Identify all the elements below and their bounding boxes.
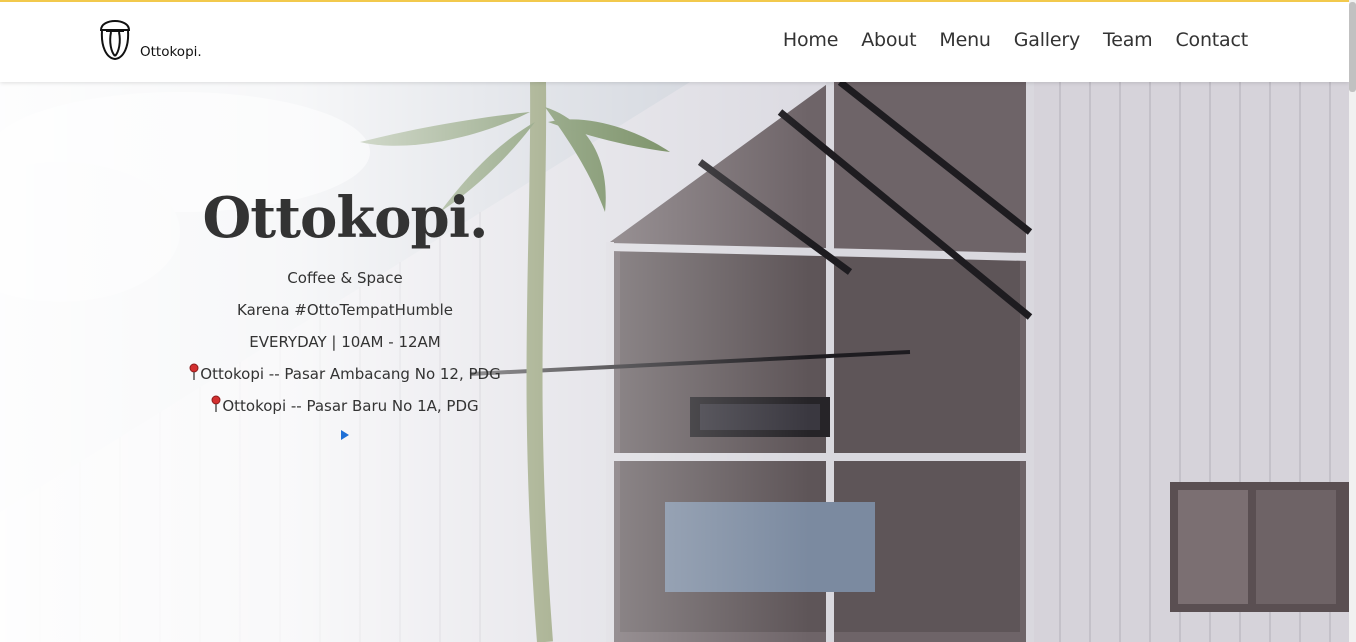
hero-hashtag: Karena #OttoTempatHumble <box>237 301 453 319</box>
play-icon[interactable] <box>341 430 349 440</box>
hero-content: Ottokopi. Coffee & Space Karena #OttoTem… <box>170 186 520 444</box>
nav-gallery[interactable]: Gallery <box>1014 29 1080 51</box>
nav-menu[interactable]: Menu <box>939 29 991 51</box>
hero-hours: EVERYDAY | 10AM - 12AM <box>249 333 441 351</box>
hero-section: Ottokopi. Coffee & Space Karena #OttoTem… <box>0 82 1349 642</box>
cup-logo-icon <box>99 19 131 61</box>
pin-icon <box>211 395 221 412</box>
nav-contact[interactable]: Contact <box>1175 29 1248 51</box>
brand-name: Ottokopi. <box>140 44 202 60</box>
page-scrollbar[interactable] <box>1349 0 1356 642</box>
hero-title: Ottokopi. <box>202 185 489 251</box>
brand-logo[interactable]: Ottokopi. <box>98 18 202 62</box>
nav-team[interactable]: Team <box>1103 29 1153 51</box>
nav-home[interactable]: Home <box>783 29 839 51</box>
main-nav: Home About Menu Gallery Team Contact <box>760 29 1248 51</box>
location-item: Ottokopi -- Pasar Ambacang No 12, PDG <box>170 358 520 390</box>
hero-tagline: Coffee & Space <box>287 269 403 287</box>
location-text: Ottokopi -- Pasar Baru No 1A, PDG <box>222 397 479 415</box>
nav-about[interactable]: About <box>861 29 916 51</box>
top-accent-bar <box>0 0 1356 2</box>
location-text: Ottokopi -- Pasar Ambacang No 12, PDG <box>200 365 501 383</box>
pin-icon <box>189 363 199 380</box>
location-item: Ottokopi -- Pasar Baru No 1A, PDG <box>170 390 520 422</box>
navbar: Ottokopi. Home About Menu Gallery Team C… <box>0 2 1349 82</box>
scrollbar-thumb[interactable] <box>1349 2 1356 92</box>
